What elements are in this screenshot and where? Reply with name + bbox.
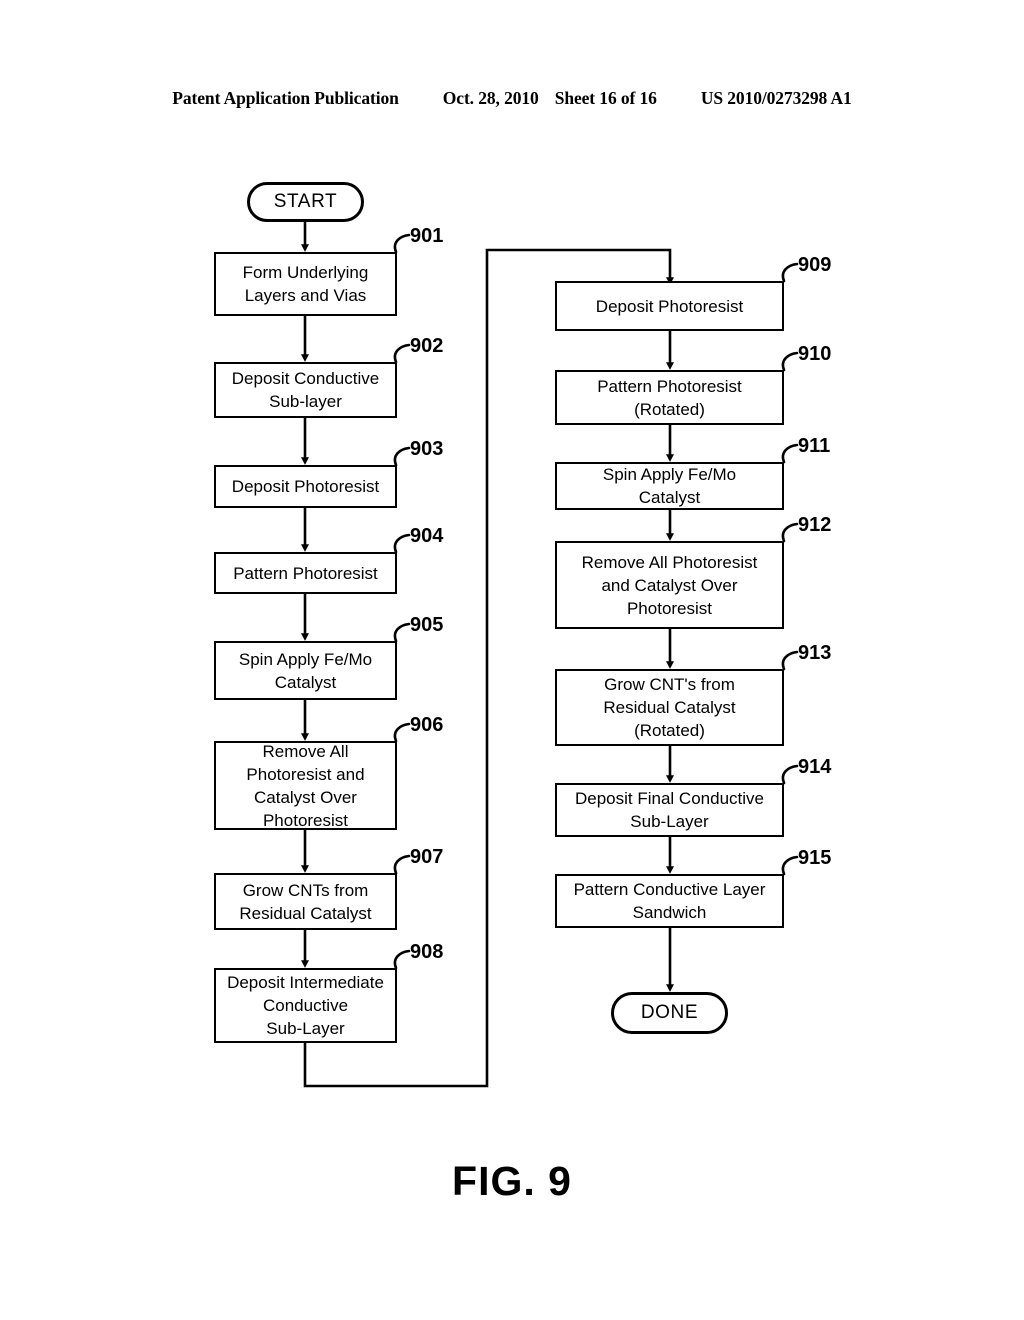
reference-numeral-901: 901 (410, 225, 444, 247)
reference-numeral-913: 913 (798, 642, 832, 664)
reference-numeral-902: 902 (410, 335, 444, 357)
node-901-label: Form Underlying Layers and Vias (242, 263, 369, 305)
flowchart-node-909[interactable]: Deposit Photoresist (555, 281, 784, 331)
node-905-label: Spin Apply Fe/Mo Catalyst (238, 649, 373, 692)
node-909-label: Deposit Photoresist (595, 296, 744, 316)
node-912-label: Remove All Photoresist and Catalyst Over P… (581, 552, 758, 618)
flowchart-node-905[interactable]: Spin Apply Fe/Mo Catalyst (214, 641, 397, 700)
leader-914 (781, 764, 799, 785)
reference-numeral-909: 909 (798, 254, 832, 276)
leader-907 (393, 854, 411, 875)
leader-913 (781, 650, 799, 671)
node-903-label: Deposit Photoresist (231, 477, 380, 496)
done-label: DONE (640, 1002, 699, 1023)
node-910-label: Pattern Photoresist (Rotated) (597, 376, 742, 419)
flowchart-node-908[interactable]: Deposit Intermediate Conductive Sub-Layer (214, 968, 397, 1043)
leader-912 (781, 522, 799, 543)
leader-915 (781, 855, 799, 876)
flowchart-node-914[interactable]: Deposit Final Conductive Sub-Layer (555, 783, 784, 837)
flowchart-start-terminator[interactable]: START (247, 182, 364, 222)
node-906-label: Remove All Photoresist and Catalyst Over Ph… (246, 741, 365, 830)
leader-902 (393, 343, 411, 364)
leader-901 (393, 233, 411, 254)
flowchart-node-906[interactable]: Remove All Photoresist and Catalyst Over Ph… (214, 741, 397, 830)
figure-caption: FIG. 9 (452, 1158, 572, 1204)
reference-numeral-908: 908 (410, 941, 444, 963)
leader-910 (781, 351, 799, 372)
leader-904 (393, 533, 411, 554)
flowchart-node-904[interactable]: Pattern Photoresist (214, 552, 397, 594)
node-907-label: Grow CNTs from Residual Catalyst (239, 880, 372, 923)
flowchart-node-910[interactable]: Pattern Photoresist (Rotated) (555, 370, 784, 425)
flowchart-node-912[interactable]: Remove All Photoresist and Catalyst Over P… (555, 541, 784, 629)
start-label: START (273, 191, 338, 212)
leader-909 (781, 262, 799, 283)
reference-numeral-905: 905 (410, 614, 444, 636)
flowchart-node-913[interactable]: Grow CNT's from Residual Catalyst (Rotated… (555, 669, 784, 746)
reference-numeral-912: 912 (798, 514, 832, 536)
flowchart-node-902[interactable]: Deposit Conductive Sub-layer (214, 362, 397, 418)
flowchart-node-903[interactable]: Deposit Photoresist (214, 465, 397, 508)
reference-numeral-903: 903 (410, 438, 444, 460)
reference-numeral-915: 915 (798, 847, 832, 869)
node-913-label: Grow CNT's from Residual Catalyst (Rotated… (603, 675, 736, 740)
flowchart-figure: START DONE Form Underlying Layers and Via… (0, 0, 1024, 1320)
flowchart-node-915[interactable]: Pattern Conductive Layer Sandwich (555, 874, 784, 928)
flowchart-node-901[interactable]: Form Underlying Layers and Vias (214, 252, 397, 316)
flowchart-node-911[interactable]: Spin Apply Fe/Mo Catalyst (555, 462, 784, 510)
flowchart-done-terminator[interactable]: DONE (611, 992, 728, 1034)
leader-911 (781, 443, 799, 464)
node-908-label: Deposit Intermediate Conductive Sub-Layer (227, 973, 384, 1038)
leader-908 (393, 949, 411, 970)
node-911-label: Spin Apply Fe/Mo Catalyst (602, 465, 737, 507)
leader-903 (393, 446, 411, 467)
node-904-label: Pattern Photoresist (233, 563, 378, 583)
leader-905 (393, 622, 411, 643)
flowchart-node-907[interactable]: Grow CNTs from Residual Catalyst (214, 873, 397, 930)
node-914-label: Deposit Final Conductive Sub-Layer (575, 789, 764, 831)
reference-numeral-910: 910 (798, 343, 832, 365)
flowchart-connectors (301, 221, 799, 1088)
reference-numeral-914: 914 (798, 756, 832, 778)
leader-906 (393, 722, 411, 743)
node-915-label: Pattern Conductive Layer Sandwich (573, 880, 766, 922)
reference-numeral-911: 911 (798, 435, 831, 457)
reference-numeral-904: 904 (410, 525, 444, 547)
reference-numeral-906: 906 (410, 714, 444, 736)
node-902-label: Deposit Conductive Sub-layer (231, 369, 380, 411)
reference-numeral-907: 907 (410, 846, 444, 868)
